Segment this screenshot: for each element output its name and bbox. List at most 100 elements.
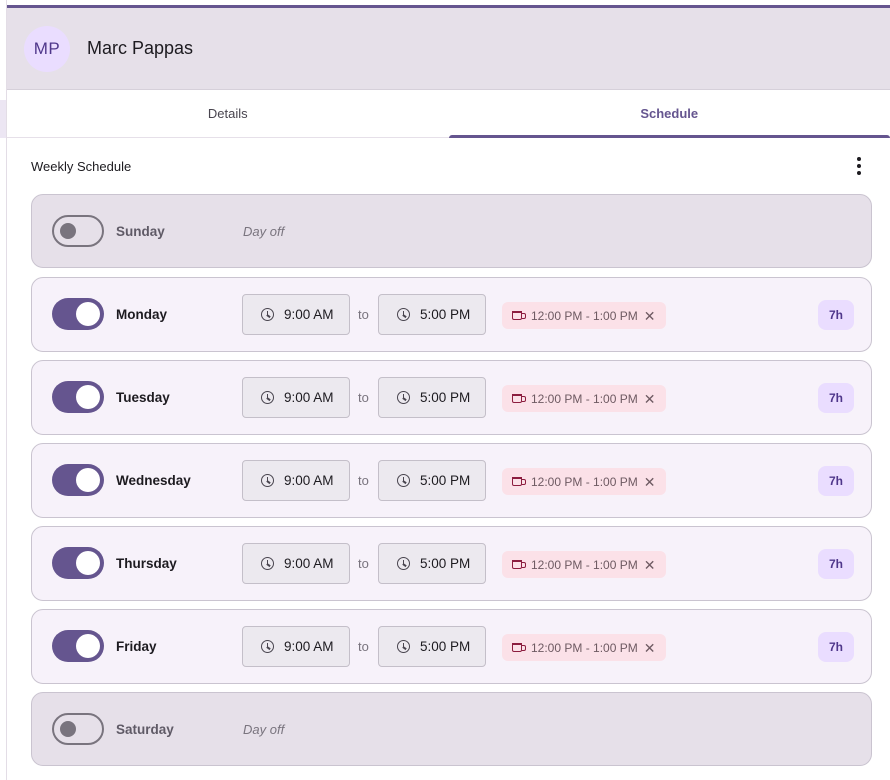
day-toggle[interactable] [52,215,104,247]
employee-panel: MP Marc Pappas Details Schedule Weekly S… [7,0,890,780]
break-chip[interactable]: 12:00 PM - 1:00 PM ✕ [502,302,667,329]
coffee-cup-icon [512,477,526,486]
left-rail [0,0,7,780]
toggle-knob [60,721,76,737]
clock-icon [397,557,410,570]
to-label: to [358,473,369,488]
section-title: Weekly Schedule [31,158,132,174]
clock-icon [397,640,410,653]
break-chip[interactable]: 12:00 PM - 1:00 PM ✕ [502,634,667,661]
break-chip[interactable]: 12:00 PM - 1:00 PM ✕ [502,551,667,578]
toggle-knob [60,223,76,239]
toggle-knob [76,302,100,326]
close-icon[interactable]: ✕ [644,641,656,655]
end-time-value: 5:00 PM [420,307,471,322]
start-time-field[interactable]: 9:00 AM [242,294,350,335]
hours-badge: 7h [818,300,854,330]
toggle-knob [76,468,100,492]
clock-icon [261,474,274,487]
break-time: 12:00 PM - 1:00 PM [531,640,638,655]
day-toggle[interactable] [52,381,104,413]
clock-icon [261,557,274,570]
end-time-value: 5:00 PM [420,639,471,654]
schedule-header: Weekly Schedule [31,150,871,182]
to-label: to [358,390,369,405]
end-time-field[interactable]: 5:00 PM [378,377,486,418]
day-row-wednesday: Wednesday 9:00 AM to 5:00 PM 12:00 PM - 1:00… [31,443,872,518]
start-time-value: 9:00 AM [284,556,334,571]
tab-bar: Details Schedule [7,90,890,138]
close-icon[interactable]: ✕ [644,392,656,406]
day-name: Sunday [116,223,165,239]
clock-icon [261,308,274,321]
start-time-value: 9:00 AM [284,307,334,322]
day-toggle[interactable] [52,547,104,579]
day-name: Thursday [116,556,177,571]
coffee-cup-icon [512,394,526,403]
day-row-monday: Monday 9:00 AM to 5:00 PM 12:00 PM - 1:00 PM… [31,277,872,352]
hours-badge: 7h [818,632,854,662]
start-time-field[interactable]: 9:00 AM [242,460,350,501]
close-icon[interactable]: ✕ [644,475,656,489]
clock-icon [397,308,410,321]
start-time-value: 9:00 AM [284,639,334,654]
to-label: to [358,556,369,571]
end-time-field[interactable]: 5:00 PM [378,294,486,335]
hours-badge: 7h [818,549,854,579]
break-chip[interactable]: 12:00 PM - 1:00 PM ✕ [502,468,667,495]
employee-header: MP Marc Pappas [7,8,890,90]
start-time-value: 9:00 AM [284,473,334,488]
day-row-tuesday: Tuesday 9:00 AM to 5:00 PM 12:00 PM - 1:00 P… [31,360,872,435]
coffee-cup-icon [512,560,526,569]
break-chip[interactable]: 12:00 PM - 1:00 PM ✕ [502,385,667,412]
day-toggle[interactable] [52,298,104,330]
end-time-field[interactable]: 5:00 PM [378,460,486,501]
day-toggle[interactable] [52,464,104,496]
toggle-knob [76,634,100,658]
close-icon[interactable]: ✕ [644,558,656,572]
day-row-saturday: Saturday Day off [31,692,872,766]
hours-badge: 7h [818,383,854,413]
day-row-thursday: Thursday 9:00 AM to 5:00 PM 12:00 PM - 1:00 … [31,526,872,601]
day-name: Wednesday [116,473,191,488]
start-time-field[interactable]: 9:00 AM [242,543,350,584]
coffee-cup-icon [512,643,526,652]
more-vertical-icon[interactable] [847,150,871,182]
hours-badge: 7h [818,466,854,496]
tab-details[interactable]: Details [7,90,449,137]
end-time-value: 5:00 PM [420,473,471,488]
break-time: 12:00 PM - 1:00 PM [531,474,638,489]
break-time: 12:00 PM - 1:00 PM [531,391,638,406]
end-time-field[interactable]: 5:00 PM [378,626,486,667]
to-label: to [358,639,369,654]
end-time-field[interactable]: 5:00 PM [378,543,486,584]
day-off-label: Day off [243,721,285,737]
clock-icon [261,391,274,404]
clock-icon [397,474,410,487]
end-time-value: 5:00 PM [420,390,471,405]
tab-schedule[interactable]: Schedule [448,90,890,138]
avatar: MP [24,25,70,72]
end-time-value: 5:00 PM [420,556,471,571]
day-name: Friday [116,639,157,654]
to-label: to [358,307,369,322]
day-row-sunday: Sunday Day off [31,194,872,268]
day-name: Tuesday [116,390,170,405]
day-name: Saturday [116,721,174,737]
day-off-label: Day off [243,223,285,239]
start-time-field[interactable]: 9:00 AM [242,377,350,418]
day-row-friday: Friday 9:00 AM to 5:00 PM 12:00 PM - 1:00 PM… [31,609,872,684]
employee-name: Marc Pappas [87,38,194,58]
rail-selection-indicator [0,100,6,138]
coffee-cup-icon [512,311,526,320]
clock-icon [397,391,410,404]
start-time-field[interactable]: 9:00 AM [242,626,350,667]
start-time-value: 9:00 AM [284,390,334,405]
break-time: 12:00 PM - 1:00 PM [531,557,638,572]
toggle-knob [76,385,100,409]
close-icon[interactable]: ✕ [644,309,656,323]
toggle-knob [76,551,100,575]
day-name: Monday [116,307,168,322]
day-toggle[interactable] [52,713,104,745]
day-toggle[interactable] [52,630,104,662]
